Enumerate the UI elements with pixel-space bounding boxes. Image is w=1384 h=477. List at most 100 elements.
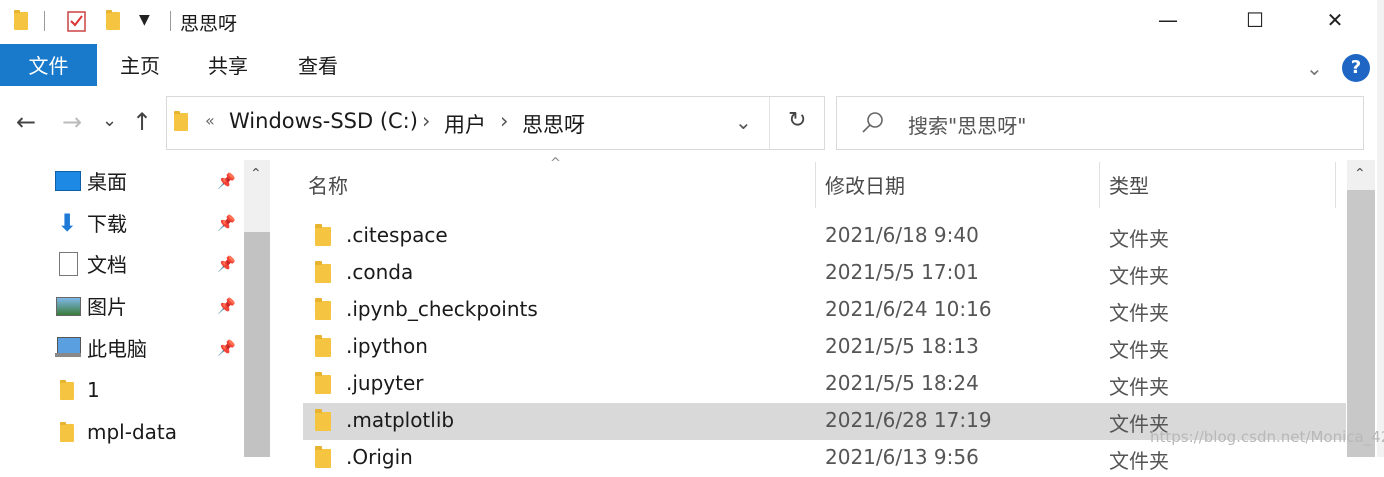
- scroll-up-icon[interactable]: ⌃: [1354, 166, 1366, 182]
- breadcrumb-item-users[interactable]: 用户: [444, 109, 486, 139]
- file-row[interactable]: .ipynb_checkpoints 2021/6/24 10:16 文件夹: [303, 292, 1346, 329]
- tab-view[interactable]: 查看: [298, 44, 338, 86]
- pin-icon[interactable]: 📌: [217, 255, 236, 273]
- folder-icon: [315, 409, 331, 431]
- sidebar-item-label: 图片: [87, 295, 127, 319]
- folder-icon: [315, 372, 331, 394]
- breadcrumb-item-drive[interactable]: Windows-SSD (C:): [229, 109, 418, 133]
- refresh-button[interactable]: ↻: [788, 108, 806, 133]
- window-edge: [1377, 0, 1384, 457]
- breadcrumb-overflow[interactable]: «: [205, 111, 215, 130]
- column-header-type[interactable]: 类型: [1109, 170, 1149, 199]
- pictures-icon: [56, 297, 81, 316]
- desktop-icon: [55, 171, 81, 191]
- file-type: 文件夹: [1109, 375, 1169, 399]
- folder-icon: [60, 422, 74, 442]
- folder-icon: [315, 261, 331, 283]
- divider: [769, 97, 770, 149]
- file-row[interactable]: .conda 2021/5/5 17:01 文件夹: [303, 255, 1346, 292]
- column-header-name[interactable]: 名称: [308, 170, 348, 199]
- expand-ribbon-icon[interactable]: ⌄: [1306, 56, 1323, 80]
- folder-icon: [315, 298, 331, 320]
- folder-icon: [174, 111, 188, 131]
- file-type: 文件夹: [1109, 449, 1169, 473]
- search-box[interactable]: 搜索"思思呀": [836, 96, 1364, 150]
- folder-icon: [14, 10, 28, 30]
- file-name: .ipynb_checkpoints: [346, 297, 538, 321]
- folder-icon: [60, 380, 74, 400]
- file-type: 文件夹: [1109, 301, 1169, 325]
- address-dropdown-icon[interactable]: ⌄: [735, 110, 752, 134]
- sort-ascending-icon: ^: [550, 156, 561, 171]
- sidebar-item-label: 下载: [87, 212, 127, 236]
- tab-file[interactable]: 文件: [0, 44, 97, 86]
- pin-icon[interactable]: 📌: [217, 214, 236, 232]
- sidebar-scrollbar-thumb[interactable]: [244, 232, 270, 457]
- sidebar-item-label: 1: [87, 378, 100, 402]
- computer-base: [55, 353, 81, 357]
- column-divider[interactable]: [815, 162, 816, 208]
- file-name: .citespace: [346, 223, 448, 247]
- search-icon: [862, 112, 883, 133]
- file-modified: 2021/5/5 18:13: [825, 334, 979, 358]
- back-button[interactable]: ←: [16, 108, 36, 136]
- window-title: 思思呀: [180, 13, 238, 35]
- search-input[interactable]: 搜索"思思呀": [908, 110, 1026, 139]
- pin-icon[interactable]: 📌: [217, 172, 236, 190]
- file-name: .Origin: [346, 445, 413, 469]
- watermark-text: https://blog.csdn.net/Monica_428: [1150, 428, 1384, 446]
- column-divider[interactable]: [1099, 162, 1100, 208]
- sidebar-item-label: 桌面: [87, 170, 127, 194]
- file-list-scrollbar-thumb[interactable]: [1347, 190, 1375, 457]
- forward-button[interactable]: →: [62, 108, 82, 136]
- scroll-up-icon[interactable]: ⌃: [250, 166, 262, 182]
- tab-home[interactable]: 主页: [120, 44, 160, 86]
- minimize-button[interactable]: —: [1145, 0, 1191, 42]
- file-modified: 2021/6/28 17:19: [825, 408, 992, 432]
- customize-toolbar-icon[interactable]: ▼: [139, 12, 150, 28]
- file-type: 文件夹: [1109, 264, 1169, 288]
- breadcrumb-separator[interactable]: ›: [500, 109, 508, 133]
- file-row[interactable]: .jupyter 2021/5/5 18:24 文件夹: [303, 366, 1346, 403]
- sidebar-item-label: mpl-data: [87, 420, 177, 444]
- tab-share[interactable]: 共享: [208, 44, 248, 86]
- document-icon: [59, 252, 78, 276]
- column-header-modified[interactable]: 修改日期: [825, 170, 905, 199]
- up-button[interactable]: ↑: [132, 108, 152, 136]
- help-button[interactable]: ?: [1342, 54, 1370, 82]
- divider: [170, 11, 171, 31]
- breadcrumb-separator[interactable]: ›: [422, 109, 430, 133]
- close-button[interactable]: ✕: [1312, 0, 1358, 42]
- sidebar-item-label: 此电脑: [87, 337, 147, 361]
- file-row[interactable]: .citespace 2021/6/18 9:40 文件夹: [303, 218, 1346, 255]
- file-modified: 2021/6/24 10:16: [825, 297, 992, 321]
- file-modified: 2021/5/5 18:24: [825, 371, 979, 395]
- title-bar: ▼ 思思呀 — ☐ ✕: [0, 0, 1384, 42]
- file-type: 文件夹: [1109, 338, 1169, 362]
- file-modified: 2021/5/5 17:01: [825, 260, 979, 284]
- folder-icon: [315, 224, 331, 246]
- breadcrumb-item-current[interactable]: 思思呀: [522, 109, 585, 139]
- pin-icon[interactable]: 📌: [217, 297, 236, 315]
- file-row[interactable]: .ipython 2021/5/5 18:13 文件夹: [303, 329, 1346, 366]
- new-folder-icon[interactable]: [106, 10, 120, 30]
- recent-locations-icon[interactable]: ⌄: [102, 110, 117, 131]
- download-icon: ⬇: [57, 209, 78, 237]
- address-bar[interactable]: « Windows-SSD (C:) › 用户 › 思思呀 ⌄ ↻: [166, 96, 825, 150]
- computer-icon: [57, 337, 81, 354]
- file-modified: 2021/6/13 9:56: [825, 445, 979, 469]
- divider: [44, 11, 45, 31]
- file-name: .matplotlib: [346, 408, 455, 432]
- file-name: .jupyter: [346, 371, 424, 395]
- properties-icon[interactable]: [67, 10, 87, 32]
- file-name: .conda: [346, 260, 414, 284]
- column-divider[interactable]: [1335, 162, 1336, 208]
- folder-icon: [315, 446, 331, 468]
- file-type: 文件夹: [1109, 227, 1169, 251]
- maximize-button[interactable]: ☐: [1232, 0, 1278, 42]
- sidebar-item-label: 文档: [87, 253, 127, 277]
- file-modified: 2021/6/18 9:40: [825, 223, 979, 247]
- file-name: .ipython: [346, 334, 428, 358]
- pin-icon[interactable]: 📌: [217, 339, 236, 357]
- folder-icon: [315, 335, 331, 357]
